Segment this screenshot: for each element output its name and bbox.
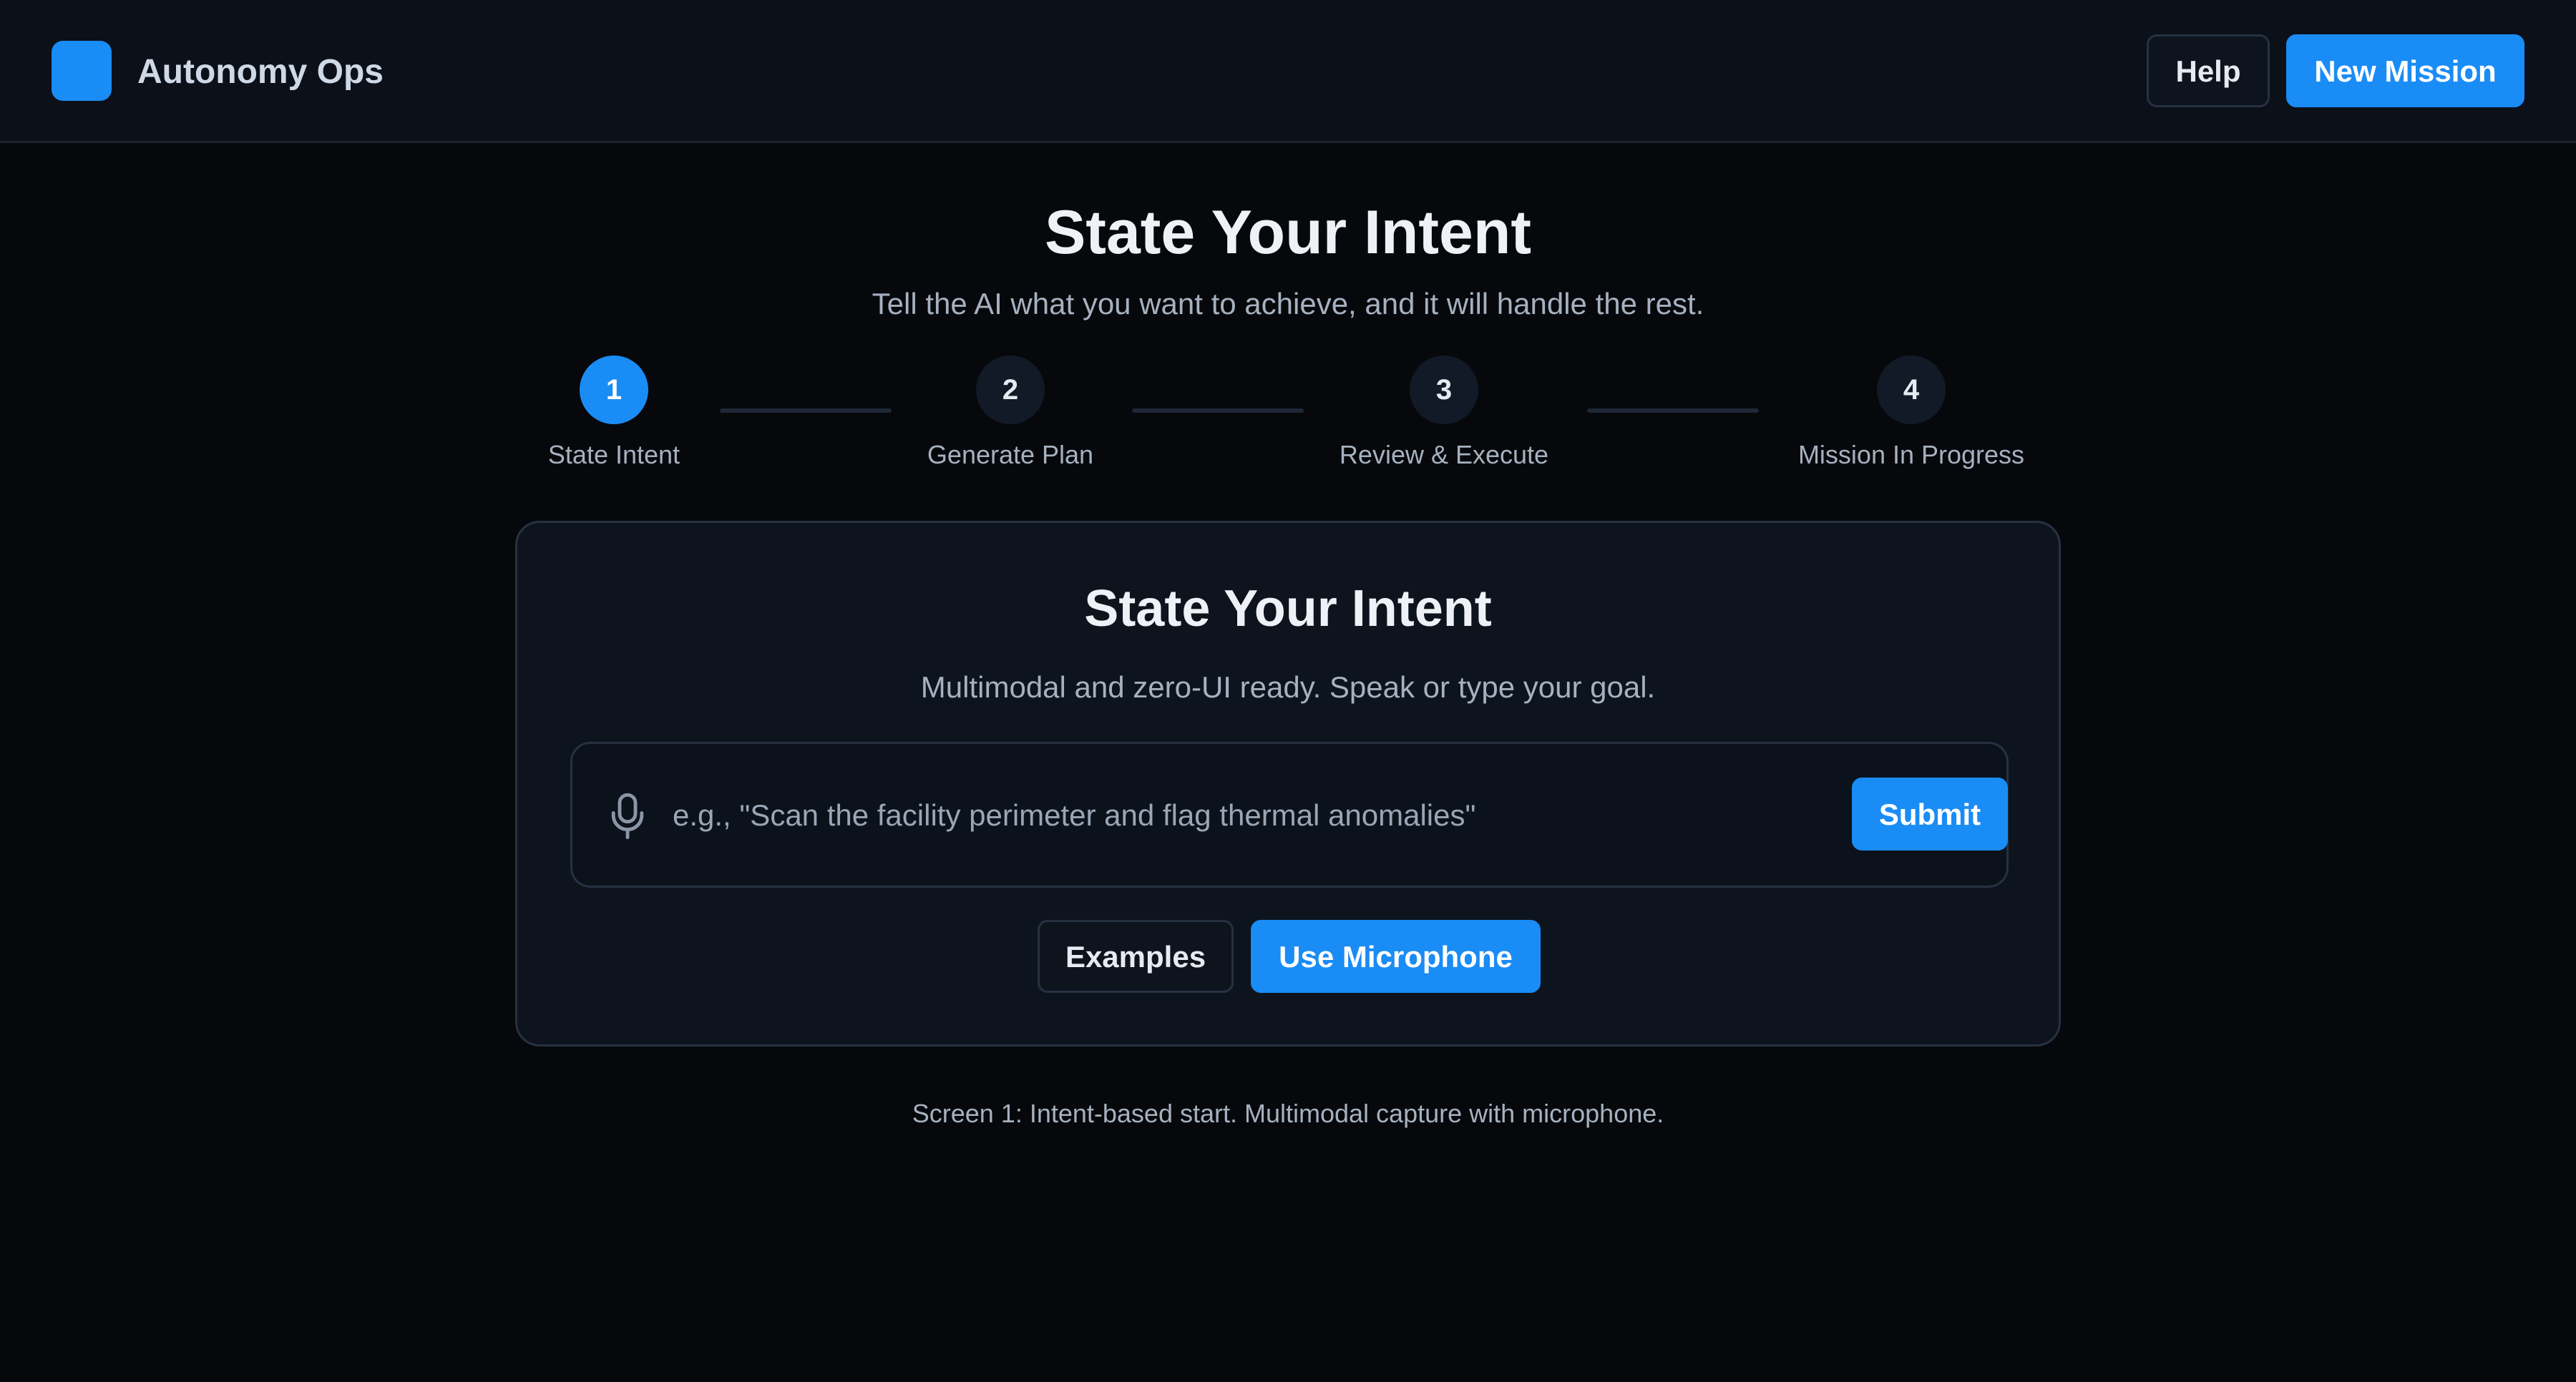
step-number-badge: 1 — [580, 356, 648, 424]
step-number-badge: 3 — [1410, 356, 1478, 424]
examples-button[interactable]: Examples — [1038, 920, 1234, 993]
new-mission-button[interactable]: New Mission — [2286, 34, 2524, 107]
step-number-badge: 4 — [1877, 356, 1946, 424]
step-label: Mission In Progress — [1797, 440, 2025, 469]
card-subtitle: Multimodal and zero-UI ready. Speak or t… — [920, 670, 1656, 704]
intent-input-container: Submit — [570, 742, 2009, 888]
step-connector — [1587, 408, 1759, 413]
app-logo — [52, 41, 112, 101]
app-title: Autonomy Ops — [137, 53, 384, 91]
intent-input[interactable] — [673, 781, 1803, 850]
top-bar: Autonomy Ops Help New Mission — [0, 0, 2576, 143]
step-connector — [1132, 408, 1304, 413]
step-label: Generate Plan — [927, 440, 1094, 469]
step-label: Review & Execute — [1339, 440, 1549, 469]
step-state-intent: 1 State Intent — [464, 356, 764, 473]
step-review-execute: 3 Review & Execute — [1294, 356, 1594, 473]
step-label: State Intent — [547, 440, 680, 469]
card-title: State Your Intent — [1084, 580, 1492, 637]
help-button[interactable]: Help — [2147, 34, 2270, 107]
page-subtitle: Tell the AI what you want to achieve, an… — [872, 287, 1704, 320]
step-mission-in-progress: 4 Mission In Progress — [1761, 356, 2062, 473]
step-number-badge: 2 — [976, 356, 1045, 424]
screen-caption: Screen 1: Intent-based start. Multimodal… — [912, 1099, 1664, 1128]
page-title: State Your Intent — [1044, 198, 1532, 267]
submit-button[interactable]: Submit — [1852, 778, 2008, 851]
microphone-icon[interactable] — [608, 793, 647, 840]
use-microphone-button[interactable]: Use Microphone — [1251, 920, 1541, 993]
intent-card: State Your Intent Multimodal and zero-UI… — [515, 521, 2061, 1047]
step-generate-plan: 2 Generate Plan — [860, 356, 1161, 473]
